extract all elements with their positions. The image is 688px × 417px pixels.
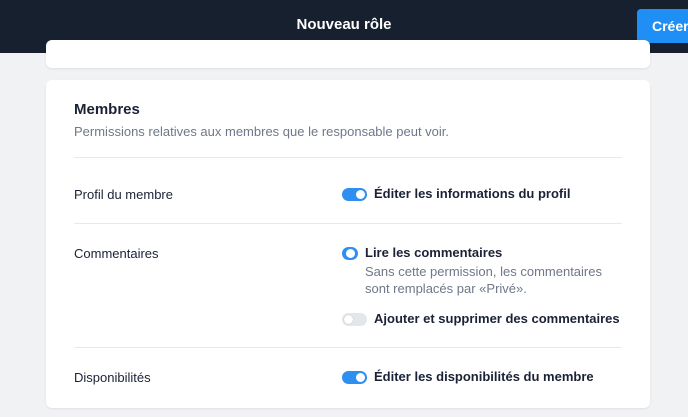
page-title: Nouveau rôle bbox=[296, 16, 392, 33]
row-label-member-profile: Profil du membre bbox=[74, 187, 173, 202]
row-label-comments: Commentaires bbox=[74, 246, 159, 261]
section-description: Permissions relatives aux membres que le… bbox=[74, 124, 450, 139]
edit-profile-toggle[interactable] bbox=[342, 188, 367, 201]
divider bbox=[74, 223, 622, 224]
permission-label: Lire les commentaires bbox=[365, 245, 503, 260]
permission-edit-availability: Éditer les disponibilités du membre bbox=[342, 369, 594, 385]
members-section-card: Membres Permissions relatives aux membre… bbox=[46, 80, 650, 408]
permission-label: Éditer les informations du profil bbox=[374, 186, 571, 201]
permission-edit-profile: Éditer les informations du profil bbox=[342, 186, 570, 202]
row-label-availability: Disponibilités bbox=[74, 370, 151, 385]
permission-read-comments: Lire les commentaires Sans cette permiss… bbox=[342, 245, 605, 297]
previous-section-card bbox=[46, 40, 650, 68]
permission-help-text: Sans cette permission, les commentaires … bbox=[365, 264, 602, 296]
create-button[interactable]: Créer bbox=[637, 9, 688, 43]
add-remove-comments-toggle[interactable] bbox=[342, 313, 367, 326]
section-title: Membres bbox=[74, 101, 140, 118]
permission-label: Éditer les disponibilités du membre bbox=[374, 369, 594, 384]
read-comments-toggle[interactable] bbox=[342, 247, 358, 260]
permission-label: Ajouter et supprimer des commentaires bbox=[374, 311, 620, 326]
edit-availability-toggle[interactable] bbox=[342, 371, 367, 384]
divider bbox=[74, 157, 622, 158]
divider bbox=[74, 347, 622, 348]
permission-add-remove-comments: Ajouter et supprimer des commentaires bbox=[342, 311, 620, 327]
